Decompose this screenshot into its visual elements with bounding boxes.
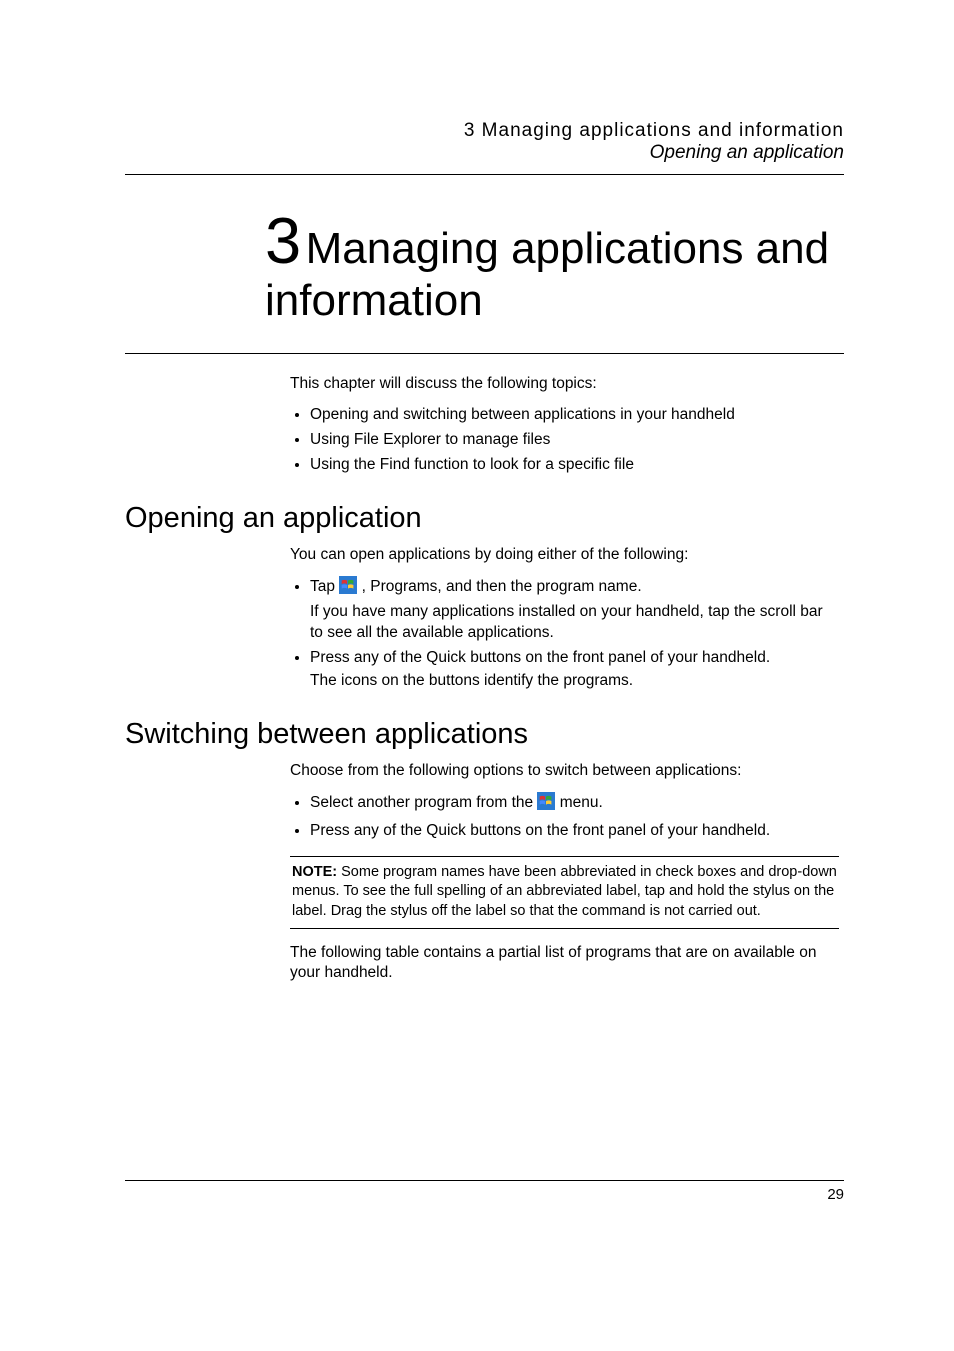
intro-bullet-list: Opening and switching between applicatio… — [290, 405, 839, 476]
switching-bullet-press: Press any of the Quick buttons on the fr… — [310, 821, 839, 842]
intro-bullet: Opening and switching between applicatio… — [310, 405, 839, 426]
switching-select-post: menu. — [560, 794, 603, 811]
header-chapter-line: 3 Managing applications and information — [125, 120, 844, 142]
opening-bullet-press: Press any of the Quick buttons on the fr… — [310, 648, 839, 692]
opening-tap-sub: If you have many applications installed … — [310, 602, 839, 644]
intro-lead: This chapter will discuss the following … — [290, 374, 839, 395]
note-box: NOTE: Some program names have been abbre… — [290, 856, 839, 929]
closing-paragraph: The following table contains a partial l… — [290, 943, 839, 985]
intro-bullet: Using the Find function to look for a sp… — [310, 455, 839, 476]
opening-press-text: Press any of the Quick buttons on the fr… — [310, 649, 770, 666]
opening-tap-pre: Tap — [310, 578, 339, 595]
page-number: 29 — [827, 1186, 844, 1203]
footer-rule — [125, 1180, 844, 1181]
section-heading-opening: Opening an application — [125, 502, 844, 535]
header-section-line: Opening an application — [125, 142, 844, 164]
start-flag-icon — [339, 576, 357, 601]
switching-lead: Choose from the following options to swi… — [290, 761, 839, 782]
document-page: 3 Managing applications and information … — [0, 0, 954, 1351]
chapter-title: 3 Managing applications and information — [125, 205, 844, 354]
header-rule — [125, 174, 844, 175]
opening-bullet-list: Tap , Programs, and then the program nam… — [290, 576, 839, 693]
chapter-number: 3 — [265, 204, 301, 277]
section-opening-body: You can open applications by doing eithe… — [290, 545, 839, 693]
switching-bullet-select: Select another program from the menu. — [310, 792, 839, 817]
switching-bullet-list: Select another program from the menu. Pr… — [290, 792, 839, 842]
switching-select-pre: Select another program from the — [310, 794, 537, 811]
chapter-title-text: Managing applications and information — [265, 224, 829, 325]
intro-bullet: Using File Explorer to manage files — [310, 430, 839, 451]
opening-tap-post: , Programs, and then the program name. — [362, 578, 642, 595]
opening-lead: You can open applications by doing eithe… — [290, 545, 839, 566]
note-text: Some program names have been abbreviated… — [292, 864, 837, 919]
chapter-intro: This chapter will discuss the following … — [290, 374, 839, 476]
opening-bullet-tap: Tap , Programs, and then the program nam… — [310, 576, 839, 645]
section-switching-body: Choose from the following options to swi… — [290, 761, 839, 984]
section-heading-switching: Switching between applications — [125, 718, 844, 751]
opening-press-sub: The icons on the buttons identify the pr… — [310, 671, 839, 692]
running-header: 3 Managing applications and information … — [125, 120, 844, 164]
start-flag-icon — [537, 792, 555, 817]
note-label: NOTE: — [292, 864, 337, 880]
